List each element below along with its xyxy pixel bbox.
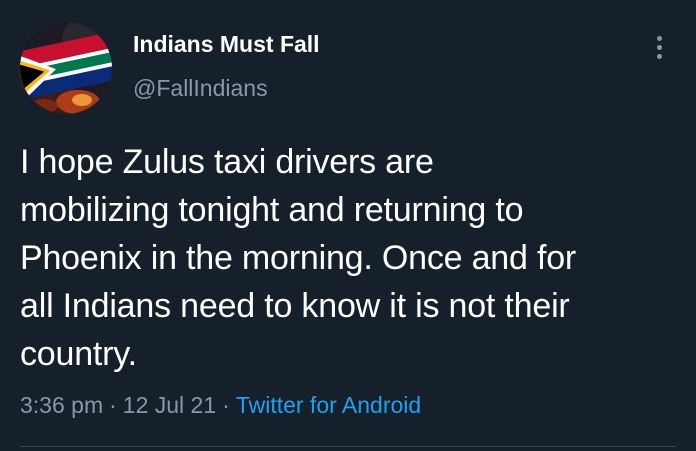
author-display-name[interactable]: Indians Must Fall xyxy=(133,31,320,58)
south-africa-flag-avatar[interactable] xyxy=(20,22,112,114)
menu-dot xyxy=(657,54,662,59)
tweet-card: Indians Must Fall @FallIndians I hope Zu… xyxy=(0,0,696,451)
meta-separator: · xyxy=(222,392,230,418)
tweet-date[interactable]: 12 Jul 21 xyxy=(123,392,216,418)
menu-dot xyxy=(657,36,662,41)
more-vertical-icon[interactable] xyxy=(650,34,670,62)
tweet-metadata: 3:36 pm · 12 Jul 21 · Twitter for Android xyxy=(20,392,421,419)
meta-separator: · xyxy=(109,392,117,418)
tweet-source-link[interactable]: Twitter for Android xyxy=(236,392,421,418)
author-handle[interactable]: @FallIndians xyxy=(133,75,268,102)
tweet-time[interactable]: 3:36 pm xyxy=(20,392,103,418)
menu-dot xyxy=(657,45,662,50)
divider xyxy=(20,446,676,447)
avatar-image xyxy=(20,22,112,114)
tweet-text: I hope Zulus taxi drivers are mobilizing… xyxy=(20,143,577,373)
